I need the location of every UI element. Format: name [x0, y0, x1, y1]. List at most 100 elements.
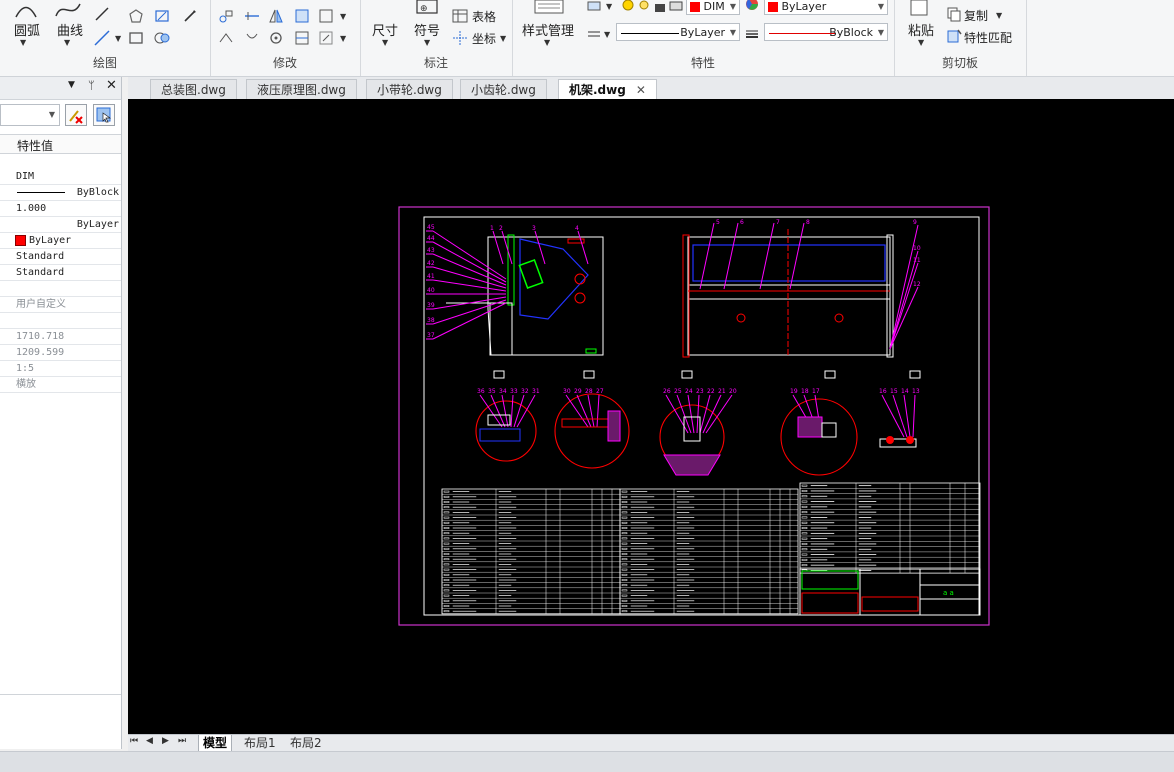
property-row[interactable]: ByBlock — [0, 185, 121, 201]
symbol-button[interactable]: 符号 — [414, 20, 440, 39]
lineweight-icon[interactable] — [744, 26, 760, 42]
copy-dropdown[interactable]: ▼ — [996, 11, 1002, 20]
document-tab[interactable]: 总装图.dwg — [150, 79, 237, 99]
linetype-combo[interactable]: ByLayer ▼ — [616, 23, 740, 41]
mirror-icon[interactable] — [268, 8, 284, 24]
layer-on-icon[interactable] — [620, 0, 636, 14]
curve-icon[interactable] — [54, 2, 82, 18]
palette-menu-icon[interactable]: ▼ — [68, 80, 75, 90]
coordinate-button[interactable]: 坐标 — [472, 30, 496, 47]
property-row[interactable]: 用户自定义 — [0, 297, 121, 313]
document-tab[interactable]: 液压原理图.dwg — [246, 79, 357, 99]
match-properties-button[interactable]: 特性匹配 — [964, 29, 1012, 46]
color-wheel-icon[interactable] — [744, 0, 760, 12]
selection-combo[interactable]: ▼ — [0, 104, 60, 126]
lineweight-menu-icon[interactable] — [586, 26, 602, 42]
selection-dropdown[interactable]: ▼ — [49, 110, 55, 119]
arc-icon[interactable] — [14, 2, 38, 18]
property-row[interactable]: 1:5 — [0, 361, 121, 377]
table-button[interactable]: 表格 — [472, 8, 496, 25]
array-icon[interactable] — [318, 8, 334, 24]
explode-icon[interactable] — [318, 30, 334, 46]
first-layout-arrow[interactable]: ⏮ — [130, 736, 138, 746]
explode-dropdown[interactable]: ▼ — [340, 34, 346, 43]
document-tab[interactable]: 小带轮.dwg — [366, 79, 453, 99]
layer-manager-dropdown[interactable]: ▼ — [606, 2, 612, 11]
property-row[interactable]: ByLayer — [0, 217, 121, 233]
paste-button[interactable]: 粘贴 — [908, 20, 934, 39]
prev-layout-arrow[interactable]: ◀ — [146, 736, 153, 746]
last-layout-arrow[interactable]: ⏭ — [178, 736, 186, 746]
layer-combo[interactable]: DIM ▼ — [686, 0, 740, 15]
coordinate-dropdown[interactable]: ▼ — [500, 34, 506, 43]
paste-dropdown[interactable]: ▼ — [918, 38, 924, 47]
lineweight-combo[interactable]: ByBlock ▼ — [764, 23, 888, 41]
paste-icon[interactable] — [908, 0, 930, 16]
layer-manager-icon[interactable] — [586, 0, 602, 12]
property-row[interactable]: DIM — [0, 169, 121, 185]
layout-tab[interactable]: 布局2 — [286, 735, 326, 752]
close-tab-icon[interactable]: ✕ — [636, 83, 646, 97]
arc-dropdown[interactable]: ▼ — [20, 38, 26, 47]
property-row[interactable]: 1209.599 — [0, 345, 121, 361]
polygon-icon[interactable] — [128, 8, 144, 24]
property-row[interactable]: 横放 — [0, 377, 121, 393]
hatch-icon[interactable] — [154, 8, 170, 24]
dimension-button[interactable]: 尺寸 — [372, 20, 398, 39]
pick-icon[interactable] — [182, 8, 198, 24]
property-row[interactable]: 1.000 — [0, 201, 121, 217]
toggle-pickadd-button[interactable] — [65, 104, 87, 126]
gradient-icon[interactable] — [154, 30, 170, 46]
select-objects-button[interactable] — [93, 104, 115, 126]
document-tab[interactable]: 小齿轮.dwg — [460, 79, 547, 99]
layer-freeze-icon[interactable] — [636, 0, 652, 14]
xline-icon[interactable] — [94, 30, 110, 46]
property-row[interactable] — [0, 313, 121, 329]
style-manager-button[interactable]: 样式管理 — [522, 20, 574, 39]
lineweight-menu-dropdown[interactable]: ▼ — [604, 30, 610, 39]
style-manager-icon[interactable] — [534, 0, 564, 14]
color-dropdown[interactable]: ▼ — [878, 0, 884, 15]
style-manager-dropdown[interactable]: ▼ — [544, 38, 550, 47]
palette-close-icon[interactable]: ✕ — [106, 78, 117, 93]
table-icon[interactable] — [452, 8, 468, 24]
scale-icon[interactable] — [294, 8, 310, 24]
palette-pin-icon[interactable]: ᛘ — [88, 79, 95, 92]
curve-dropdown[interactable]: ▼ — [64, 38, 70, 47]
property-row[interactable] — [0, 281, 121, 297]
rectangle-icon[interactable] — [128, 30, 144, 46]
symbol-dropdown[interactable]: ▼ — [424, 38, 430, 47]
line-icon[interactable] — [94, 6, 110, 22]
array-dropdown[interactable]: ▼ — [340, 12, 346, 21]
xline-dropdown[interactable]: ▼ — [115, 34, 121, 43]
arc-button[interactable]: 圆弧 — [14, 20, 40, 39]
match-properties-icon[interactable] — [946, 28, 962, 44]
move-icon[interactable] — [218, 8, 234, 24]
copy-icon[interactable] — [946, 6, 962, 22]
document-tab[interactable]: 机架.dwg✕ — [558, 79, 657, 99]
fillet-icon[interactable] — [294, 30, 310, 46]
layer-dropdown[interactable]: ▼ — [730, 0, 736, 15]
coordinate-icon[interactable] — [452, 30, 468, 46]
dimension-dropdown[interactable]: ▼ — [382, 38, 388, 47]
property-row[interactable]: ByLayer — [0, 233, 121, 249]
symbol-icon[interactable]: ⊕ — [416, 0, 438, 14]
property-row[interactable]: Standard — [0, 249, 121, 265]
layer-print-icon[interactable] — [668, 0, 684, 14]
offset-icon[interactable] — [244, 8, 260, 24]
layer-lock-icon[interactable] — [652, 0, 668, 14]
lineweight-dropdown[interactable]: ▼ — [878, 24, 884, 41]
layout-tab[interactable]: 模型 — [198, 735, 232, 752]
layout-tab[interactable]: 布局1 — [240, 735, 280, 752]
property-row[interactable]: Standard — [0, 265, 121, 281]
erase-icon[interactable] — [244, 30, 260, 46]
stretch-icon[interactable] — [218, 30, 234, 46]
color-combo[interactable]: ByLayer ▼ — [764, 0, 888, 15]
rotate-icon[interactable] — [268, 30, 284, 46]
curve-button[interactable]: 曲线 — [57, 20, 83, 39]
copy-button[interactable]: 复制 — [964, 7, 988, 24]
next-layout-arrow[interactable]: ▶ — [162, 736, 169, 746]
linetype-dropdown[interactable]: ▼ — [730, 24, 736, 41]
property-row[interactable]: 1710.718 — [0, 329, 121, 345]
drawing-canvas[interactable]: 4544434241403938371234567891011123635343… — [128, 99, 1174, 734]
